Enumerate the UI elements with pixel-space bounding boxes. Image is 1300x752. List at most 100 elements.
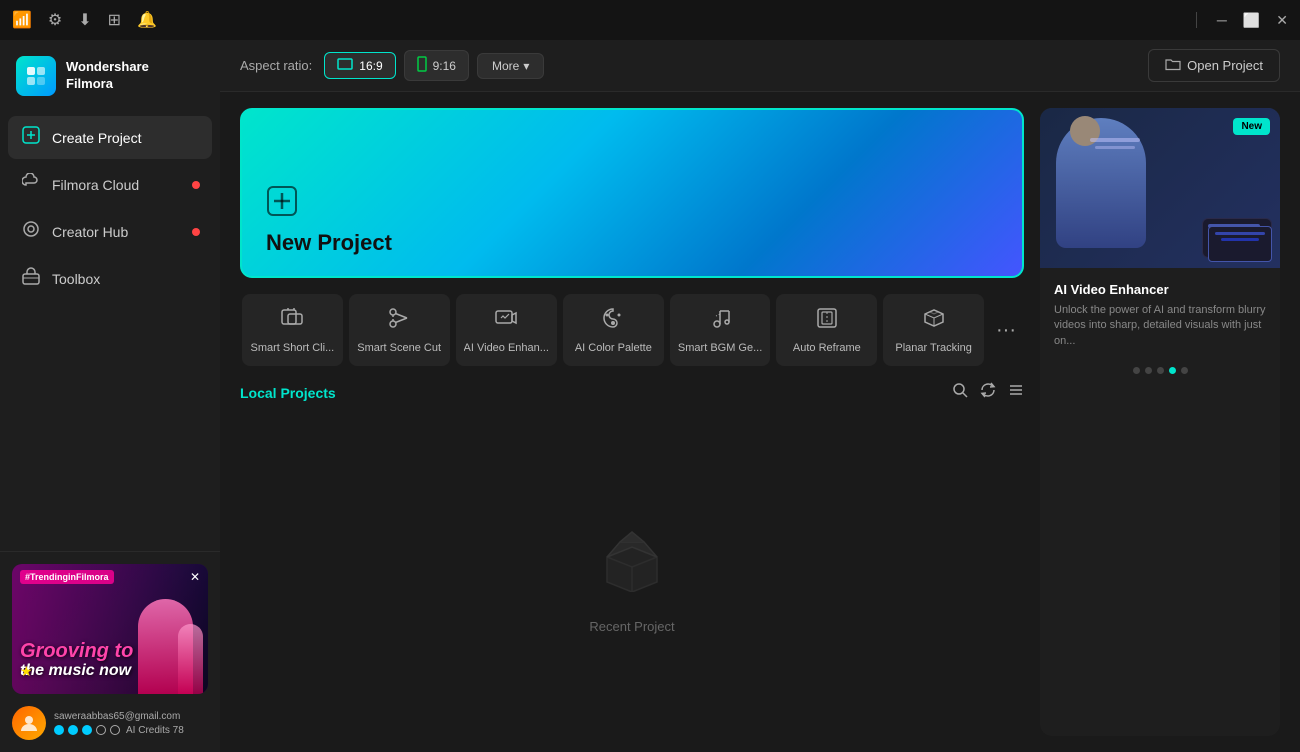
ai-tool-ai-video-enhancer[interactable]: AI Video Enhan...	[456, 294, 557, 366]
promo-title: AI Video Enhancer	[1054, 282, 1266, 297]
local-projects-section: Local Projects	[240, 382, 1024, 736]
open-project-button[interactable]: Open Project	[1148, 49, 1280, 82]
promo-card-line	[1215, 232, 1265, 235]
trending-person-2	[178, 624, 203, 694]
more-tools-button[interactable]: ···	[988, 307, 1024, 354]
new-project-card[interactable]: New Project	[240, 108, 1024, 278]
filmora-cloud-badge	[192, 181, 200, 189]
promo-panel: ↖ New AI Video Enhancer Unlock the power…	[1040, 108, 1280, 736]
aspect-169-icon	[337, 58, 353, 73]
refresh-button[interactable]	[980, 382, 996, 403]
smart-short-clip-label: Smart Short Cli...	[251, 342, 335, 354]
aspect-916-icon	[417, 56, 427, 75]
bell-icon[interactable]: 🔔	[137, 10, 157, 30]
credit-dot-5	[110, 725, 120, 735]
ai-tool-auto-reframe[interactable]: Auto Reframe	[776, 294, 877, 366]
violin-bow	[1090, 138, 1140, 142]
promo-dot-4[interactable]	[1181, 367, 1188, 374]
promo-dot-3[interactable]	[1169, 367, 1176, 374]
wifi-icon[interactable]: 📶	[12, 10, 32, 30]
empty-label: Recent Project	[589, 619, 674, 634]
violin-bow-2	[1095, 146, 1135, 149]
credits-label: AI Credits 78	[126, 725, 184, 736]
promo-dots	[1040, 359, 1280, 382]
ai-color-palette-icon	[601, 306, 625, 336]
auto-reframe-icon	[815, 306, 839, 336]
user-details: saweraabbas65@gmail.com AI Credits 78	[54, 711, 208, 736]
folder-icon	[1165, 57, 1181, 74]
aspect-169-button[interactable]: 16:9	[324, 52, 395, 79]
trending-star-icon: ★	[20, 663, 33, 680]
aspect-916-button[interactable]: 9:16	[404, 50, 469, 81]
ellipsis-icon: ···	[996, 319, 1016, 342]
list-view-button[interactable]	[1008, 382, 1024, 403]
promo-dot-0[interactable]	[1133, 367, 1140, 374]
user-credits: AI Credits 78	[54, 725, 208, 736]
more-button[interactable]: More ▾	[477, 53, 544, 79]
sidebar-item-create-project[interactable]: Create Project	[8, 116, 212, 159]
smart-bgm-icon	[708, 306, 732, 336]
close-button[interactable]: ✕	[1276, 12, 1288, 29]
trending-hashtag: #TrendinginFilmora	[20, 570, 114, 584]
user-info: saweraabbas65@gmail.com AI Credits 78	[12, 706, 208, 740]
settings-icon[interactable]: ⚙	[48, 10, 62, 30]
smart-scene-cut-label: Smart Scene Cut	[357, 342, 441, 354]
local-projects-title: Local Projects	[240, 385, 336, 401]
title-bar-left: 📶 ⚙ ⬇ ⊞ 🔔	[12, 10, 157, 30]
more-label: More	[492, 59, 519, 73]
empty-state: Recent Project	[240, 419, 1024, 736]
aspect-916-label: 9:16	[433, 59, 456, 73]
title-bar-controls: ─ ⬜ ✕	[1192, 12, 1288, 29]
sidebar-item-creator-hub[interactable]: Creator Hub	[8, 210, 212, 253]
promo-card-line-2	[1221, 238, 1258, 241]
sidebar-item-filmora-cloud[interactable]: Filmora Cloud	[8, 163, 212, 206]
maximize-button[interactable]: ⬜	[1243, 12, 1260, 29]
sidebar: Wondershare Filmora Create Project	[0, 40, 220, 752]
ai-tool-smart-scene-cut[interactable]: Smart Scene Cut	[349, 294, 450, 366]
ai-video-enhancer-label: AI Video Enhan...	[464, 342, 549, 354]
local-projects-header: Local Projects	[240, 382, 1024, 403]
search-button[interactable]	[952, 382, 968, 403]
ai-tool-ai-color-palette[interactable]: AI Color Palette	[563, 294, 664, 366]
aspect-169-label: 16:9	[359, 59, 382, 73]
sidebar-logo: Wondershare Filmora	[0, 40, 220, 116]
chevron-down-icon: ▾	[523, 59, 529, 73]
toolbar: Aspect ratio: 16:9 9:16 More	[220, 40, 1300, 92]
trending-close-icon[interactable]: ✕	[190, 570, 200, 584]
logo-icon	[16, 56, 56, 96]
aspect-ratio-label: Aspect ratio:	[240, 58, 312, 73]
creator-hub-label: Creator Hub	[52, 224, 128, 240]
promo-dot-2[interactable]	[1157, 367, 1164, 374]
promo-dot-1[interactable]	[1145, 367, 1152, 374]
creator-hub-icon	[20, 220, 42, 243]
ai-tool-smart-short-clip[interactable]: Smart Short Cli...	[242, 294, 343, 366]
credit-dot-4	[96, 725, 106, 735]
ai-tool-planar-tracking[interactable]: Planar Tracking	[883, 294, 984, 366]
ai-video-enhancer-icon	[494, 306, 518, 336]
minimize-button[interactable]: ─	[1217, 12, 1227, 28]
smart-bgm-label: Smart BGM Ge...	[678, 342, 762, 354]
promo-secondary-card	[1208, 226, 1272, 262]
credit-dot-2	[68, 725, 78, 735]
ai-tool-smart-bgm[interactable]: Smart BGM Ge...	[670, 294, 771, 366]
auto-reframe-label: Auto Reframe	[793, 342, 861, 354]
sidebar-item-toolbox[interactable]: Toolbox	[8, 257, 212, 300]
promo-new-badge: New	[1233, 118, 1270, 135]
content-area: New Project Smart Short C	[220, 92, 1300, 752]
ai-color-palette-label: AI Color Palette	[575, 342, 652, 354]
main-content: Aspect ratio: 16:9 9:16 More	[220, 40, 1300, 752]
planar-tracking-label: Planar Tracking	[895, 342, 971, 354]
avatar[interactable]	[12, 706, 46, 740]
open-project-label: Open Project	[1187, 58, 1263, 73]
apps-icon[interactable]: ⊞	[108, 10, 121, 30]
user-email: saweraabbas65@gmail.com	[54, 711, 208, 722]
trending-card[interactable]: ✕ #TrendinginFilmora Grooving to the mus…	[12, 564, 208, 694]
creator-hub-badge	[192, 228, 200, 236]
download-icon[interactable]: ⬇	[78, 10, 91, 30]
promo-text: AI Video Enhancer Unlock the power of AI…	[1040, 268, 1280, 359]
empty-box-icon	[592, 522, 672, 607]
logo-text: Wondershare Filmora	[66, 59, 149, 93]
sidebar-bottom: ✕ #TrendinginFilmora Grooving to the mus…	[0, 551, 220, 752]
promo-image: ↖ New	[1040, 108, 1280, 268]
credit-dot-1	[54, 725, 64, 735]
